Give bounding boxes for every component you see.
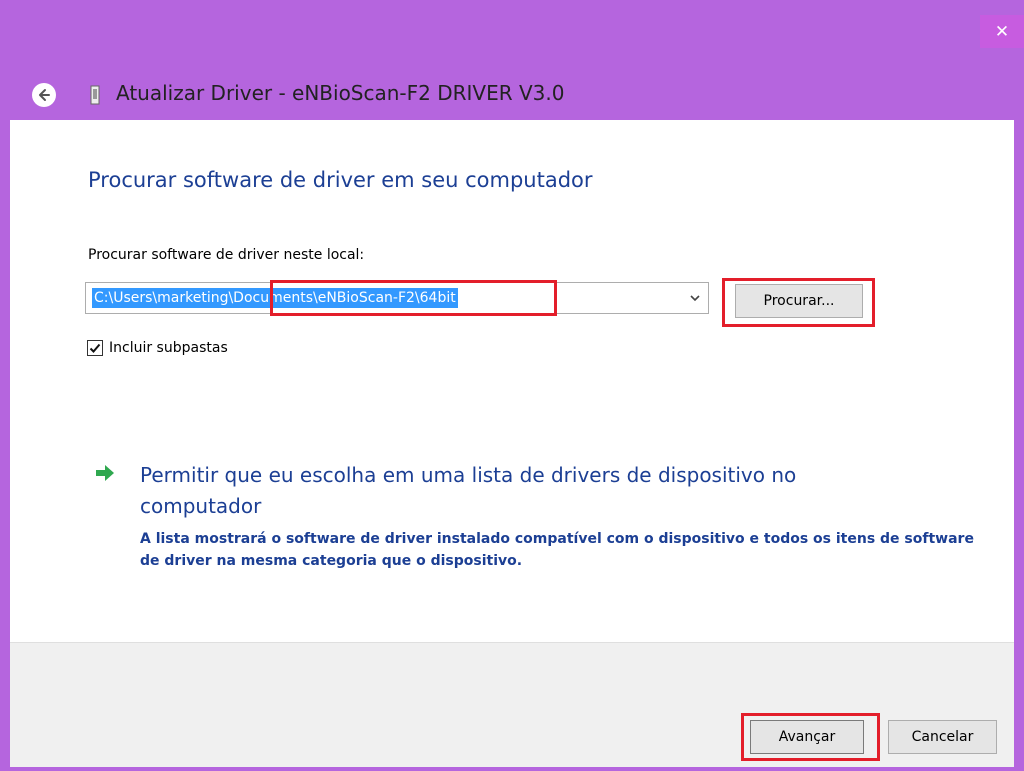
back-arrow-icon (39, 89, 50, 101)
highlight-browse-box (722, 278, 875, 327)
window-title: Atualizar Driver - eNBioScan-F2 DRIVER V… (116, 81, 565, 105)
highlight-next-box (741, 713, 880, 761)
content-panel: Procurar software de driver em seu compu… (10, 120, 1014, 642)
back-button[interactable] (32, 83, 56, 107)
include-subfolders-label[interactable]: Incluir subpastas (109, 340, 228, 356)
title-bar: ✕ Atualizar Driver - eNBioScan-F2 DRIVER… (0, 0, 1024, 120)
pick-from-list-link[interactable]: Permitir que eu escolha em uma lista de … (140, 460, 920, 522)
pick-from-list-description: A lista mostrará o software de driver in… (140, 531, 974, 569)
page-title: Procurar software de driver em seu compu… (88, 168, 593, 192)
footer-bar: Avançar Cancelar (10, 642, 1014, 767)
device-icon (90, 85, 100, 105)
include-subfolders-checkbox[interactable] (87, 340, 103, 356)
checkmark-icon (89, 343, 101, 353)
highlight-path-box (270, 280, 557, 316)
cancel-button[interactable]: Cancelar (888, 720, 997, 754)
green-arrow-icon (96, 465, 114, 481)
location-label: Procurar software de driver neste local: (88, 247, 365, 263)
include-subfolders-row[interactable]: Incluir subpastas (87, 340, 228, 356)
chevron-down-icon[interactable] (688, 291, 702, 305)
driver-update-window: ✕ Atualizar Driver - eNBioScan-F2 DRIVER… (0, 0, 1024, 771)
close-button[interactable]: ✕ (980, 15, 1024, 48)
